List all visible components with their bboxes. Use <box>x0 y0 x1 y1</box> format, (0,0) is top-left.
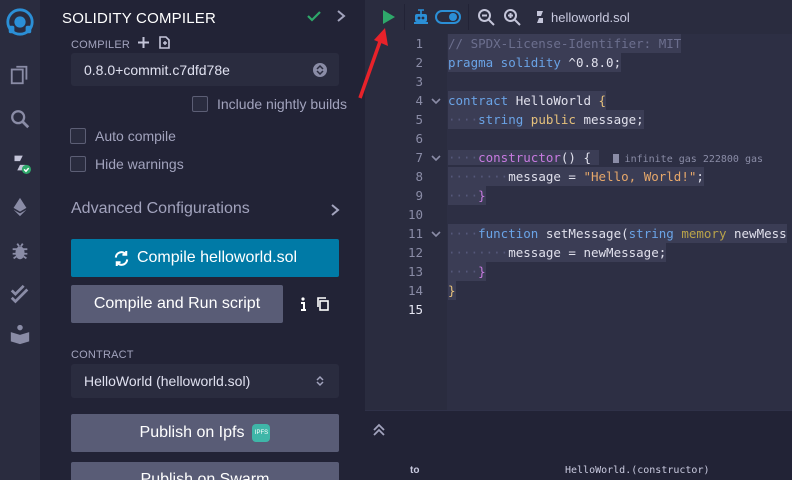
auto-compile-label: Auto compile <box>95 128 176 144</box>
chevron-right-icon[interactable] <box>334 9 348 23</box>
line-number: 8 <box>415 169 423 184</box>
gas-estimate: infinite gas 222800 gas <box>624 154 764 165</box>
line-number: 3 <box>415 74 423 89</box>
ipfs-icon: IPFS <box>252 424 271 442</box>
line-number: 14 <box>407 283 423 298</box>
learneth-icon[interactable] <box>8 322 32 346</box>
panel-title: SOLIDITY COMPILER <box>62 10 216 27</box>
compiler-label: COMPILER <box>71 39 131 51</box>
contract-select-value: HelloWorld (helloworld.sol) <box>84 373 251 389</box>
code-line-2: pragma solidity ^0.8.0; <box>448 53 622 72</box>
compiler-version-select[interactable]: 0.8.0+commit.c7dfd78e <box>71 53 339 86</box>
compile-button-label: Compile helloworld.sol <box>136 249 298 266</box>
code-line-11: ····function setMessage(string memory ne… <box>448 224 787 243</box>
code-line-9: ····} <box>448 186 486 205</box>
line-number: 13 <box>407 264 423 279</box>
refresh-icon <box>114 250 129 266</box>
annotation-arrow-icon <box>358 28 388 99</box>
copy-icon[interactable] <box>316 297 330 311</box>
file-explorer-icon[interactable] <box>8 63 32 87</box>
solidity-file-icon <box>537 11 543 23</box>
line-number: 5 <box>415 112 423 127</box>
contract-select[interactable]: HelloWorld (helloworld.sol) <box>71 364 339 398</box>
toolbar-divider <box>404 4 405 30</box>
chevrons-up-icon[interactable] <box>372 423 386 437</box>
compile-and-run-label: Compile and Run script <box>93 295 261 312</box>
line-number: 6 <box>415 131 423 146</box>
deploy-run-icon[interactable] <box>8 195 32 219</box>
fold-chevron-icon[interactable] <box>430 228 442 240</box>
toggle-switch-icon[interactable] <box>435 8 461 26</box>
run-script-icon[interactable] <box>379 8 397 26</box>
code-line-13: ····} <box>448 262 486 281</box>
testing-icon[interactable] <box>8 283 32 307</box>
line-number-active: 15 <box>407 302 423 317</box>
code-area[interactable]: 1 2 3 4 5 6 7 8 9 10 11 12 13 14 15 // S… <box>365 34 792 410</box>
robot-icon[interactable] <box>412 8 430 26</box>
code-line-5: ····string public message; <box>448 110 644 129</box>
terminal-to-label: to <box>410 465 420 476</box>
fold-chevron-icon[interactable] <box>430 95 442 107</box>
publish-ipfs-label: Publish on Ipfs <box>139 424 245 441</box>
line-number: 1 <box>415 36 423 51</box>
add-compiler-icon[interactable] <box>137 36 150 49</box>
compiled-check-icon <box>307 11 321 22</box>
line-number: 10 <box>407 207 423 222</box>
compile-button[interactable]: Compile helloworld.sol <box>71 239 339 277</box>
include-nightly-label: Include nightly builds <box>217 96 347 112</box>
select-arrows-icon <box>313 62 327 77</box>
publish-swarm-button[interactable]: Publish on Swarm <box>71 462 339 480</box>
debugger-icon[interactable] <box>8 239 32 263</box>
code-line-4: contract HelloWorld { <box>448 91 607 110</box>
terminal[interactable]: to HelloWorld.(constructor) <box>365 410 792 480</box>
hide-warnings-checkbox[interactable] <box>70 156 86 172</box>
info-icon[interactable] <box>296 296 310 312</box>
code-line-7: ····constructor() { infinite gas 222800 … <box>448 150 764 165</box>
compiler-panel: SOLIDITY COMPILER COMPILER 0.8.0+commit.… <box>40 0 365 480</box>
custom-compiler-icon[interactable] <box>157 35 171 50</box>
remix-logo-icon[interactable] <box>4 6 36 38</box>
include-nightly-row[interactable]: Include nightly builds <box>192 96 347 112</box>
toolbar-divider <box>468 4 469 30</box>
line-number: 2 <box>415 55 423 70</box>
fold-chevron-icon[interactable] <box>430 152 442 164</box>
compile-and-run-button[interactable]: Compile and Run script <box>71 285 283 323</box>
auto-compile-row[interactable]: Auto compile <box>70 128 176 144</box>
include-nightly-checkbox[interactable] <box>192 96 208 112</box>
publish-ipfs-button[interactable]: Publish on Ipfs IPFS <box>71 414 339 452</box>
compiler-version-value: 0.8.0+commit.c7dfd78e <box>84 61 230 78</box>
line-number: 7 <box>415 150 423 165</box>
hide-warnings-row[interactable]: Hide warnings <box>70 156 184 172</box>
icon-rail <box>0 0 40 480</box>
solidity-compiler-icon[interactable] <box>8 151 32 175</box>
gas-pump-icon <box>612 154 619 163</box>
auto-compile-checkbox[interactable] <box>70 128 86 144</box>
editor: helloworld.sol 1 2 3 4 5 6 7 8 9 10 11 1… <box>365 0 792 480</box>
line-number: 4 <box>415 93 423 108</box>
line-number: 12 <box>407 245 423 260</box>
code-line-12: ········message = newMessage; <box>448 243 667 262</box>
advanced-configurations-toggle[interactable]: Advanced Configurations <box>71 200 250 218</box>
editor-toolbar: helloworld.sol <box>365 0 792 34</box>
file-tab[interactable]: helloworld.sol <box>551 10 630 25</box>
code-line-14: } <box>448 281 456 300</box>
contract-label: CONTRACT <box>71 349 134 361</box>
select-arrows-icon <box>316 375 324 387</box>
zoom-in-icon[interactable] <box>503 8 521 26</box>
terminal-to-value: HelloWorld.(constructor) <box>565 465 710 476</box>
hide-warnings-label: Hide warnings <box>95 156 184 172</box>
line-number: 11 <box>407 226 423 241</box>
line-number: 9 <box>415 188 423 203</box>
search-icon[interactable] <box>8 107 32 131</box>
chevron-right-icon[interactable] <box>328 203 342 217</box>
code-line-8: ········message = "Hello, World!"; <box>448 167 704 186</box>
publish-swarm-label: Publish on Swarm <box>140 471 270 480</box>
code-line-1: // SPDX-License-Identifier: MIT <box>448 34 682 53</box>
zoom-out-icon[interactable] <box>477 8 495 26</box>
